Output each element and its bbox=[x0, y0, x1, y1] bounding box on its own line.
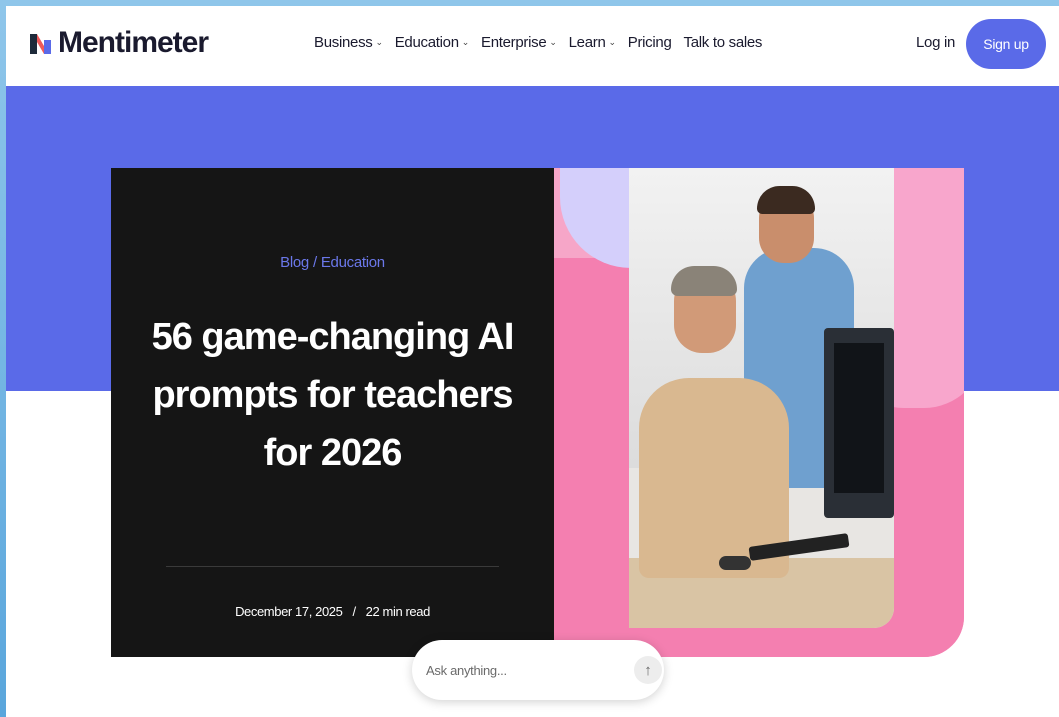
signup-button[interactable]: Sign up bbox=[966, 19, 1046, 69]
chevron-down-icon: ⌄ bbox=[608, 37, 617, 47]
mentimeter-logo-icon bbox=[30, 30, 52, 56]
hero-card: Blog / Education 56 game-changing AI promp… bbox=[111, 168, 554, 657]
nav-business[interactable]: Business ⌄ bbox=[314, 34, 383, 51]
site-header: Mentimeter Business ⌄ Education ⌄ Enterp… bbox=[6, 6, 1059, 86]
nav-pricing[interactable]: Pricing bbox=[628, 34, 672, 51]
nav-label: Business bbox=[314, 34, 373, 51]
nav-label: Pricing bbox=[627, 34, 672, 51]
article-meta: December 17, 2025 / 22 min read bbox=[111, 604, 554, 619]
brand-logo[interactable]: Mentimeter bbox=[30, 26, 209, 60]
nav-label: Learn bbox=[568, 34, 606, 51]
page: Mentimeter Business ⌄ Education ⌄ Enterp… bbox=[6, 6, 1059, 717]
title-line: for 2026 bbox=[263, 432, 403, 474]
read-time: 22 min read bbox=[365, 604, 431, 619]
title-line: prompts for teachers bbox=[152, 374, 513, 416]
hero-image-card bbox=[554, 168, 964, 657]
nav-enterprise[interactable]: Enterprise ⌄ bbox=[481, 34, 557, 51]
nav-learn[interactable]: Learn ⌄ bbox=[569, 34, 616, 51]
ask-bar: ↑ bbox=[412, 640, 664, 700]
chevron-down-icon: ⌄ bbox=[549, 37, 557, 47]
brand-name: Mentimeter bbox=[58, 26, 209, 59]
nav-label: Enterprise bbox=[481, 34, 547, 51]
main-nav: Business ⌄ Education ⌄ Enterprise ⌄ Lear… bbox=[314, 34, 762, 51]
breadcrumb: Blog / Education bbox=[111, 254, 554, 271]
chevron-down-icon: ⌄ bbox=[461, 37, 470, 47]
nav-label: Education bbox=[394, 34, 459, 51]
login-link[interactable]: Log in bbox=[916, 34, 955, 51]
breadcrumb-education[interactable]: Education bbox=[321, 254, 385, 271]
title-line: 56 game-changing AI bbox=[151, 316, 515, 358]
nav-talk-to-sales[interactable]: Talk to sales bbox=[684, 34, 763, 51]
ask-input[interactable] bbox=[426, 640, 616, 700]
divider bbox=[166, 566, 499, 567]
breadcrumb-separator: / bbox=[312, 254, 317, 271]
chevron-down-icon: ⌄ bbox=[375, 37, 383, 47]
nav-label: Talk to sales bbox=[683, 34, 763, 51]
nav-education[interactable]: Education ⌄ bbox=[394, 34, 470, 51]
page-title: 56 game-changing AI prompts for teachers… bbox=[151, 308, 515, 482]
publish-date: December 17, 2025 bbox=[235, 604, 343, 619]
meta-separator: / bbox=[352, 604, 356, 619]
breadcrumb-blog[interactable]: Blog bbox=[280, 254, 309, 271]
hero-photo bbox=[629, 168, 894, 628]
arrow-up-icon[interactable]: ↑ bbox=[634, 656, 662, 684]
